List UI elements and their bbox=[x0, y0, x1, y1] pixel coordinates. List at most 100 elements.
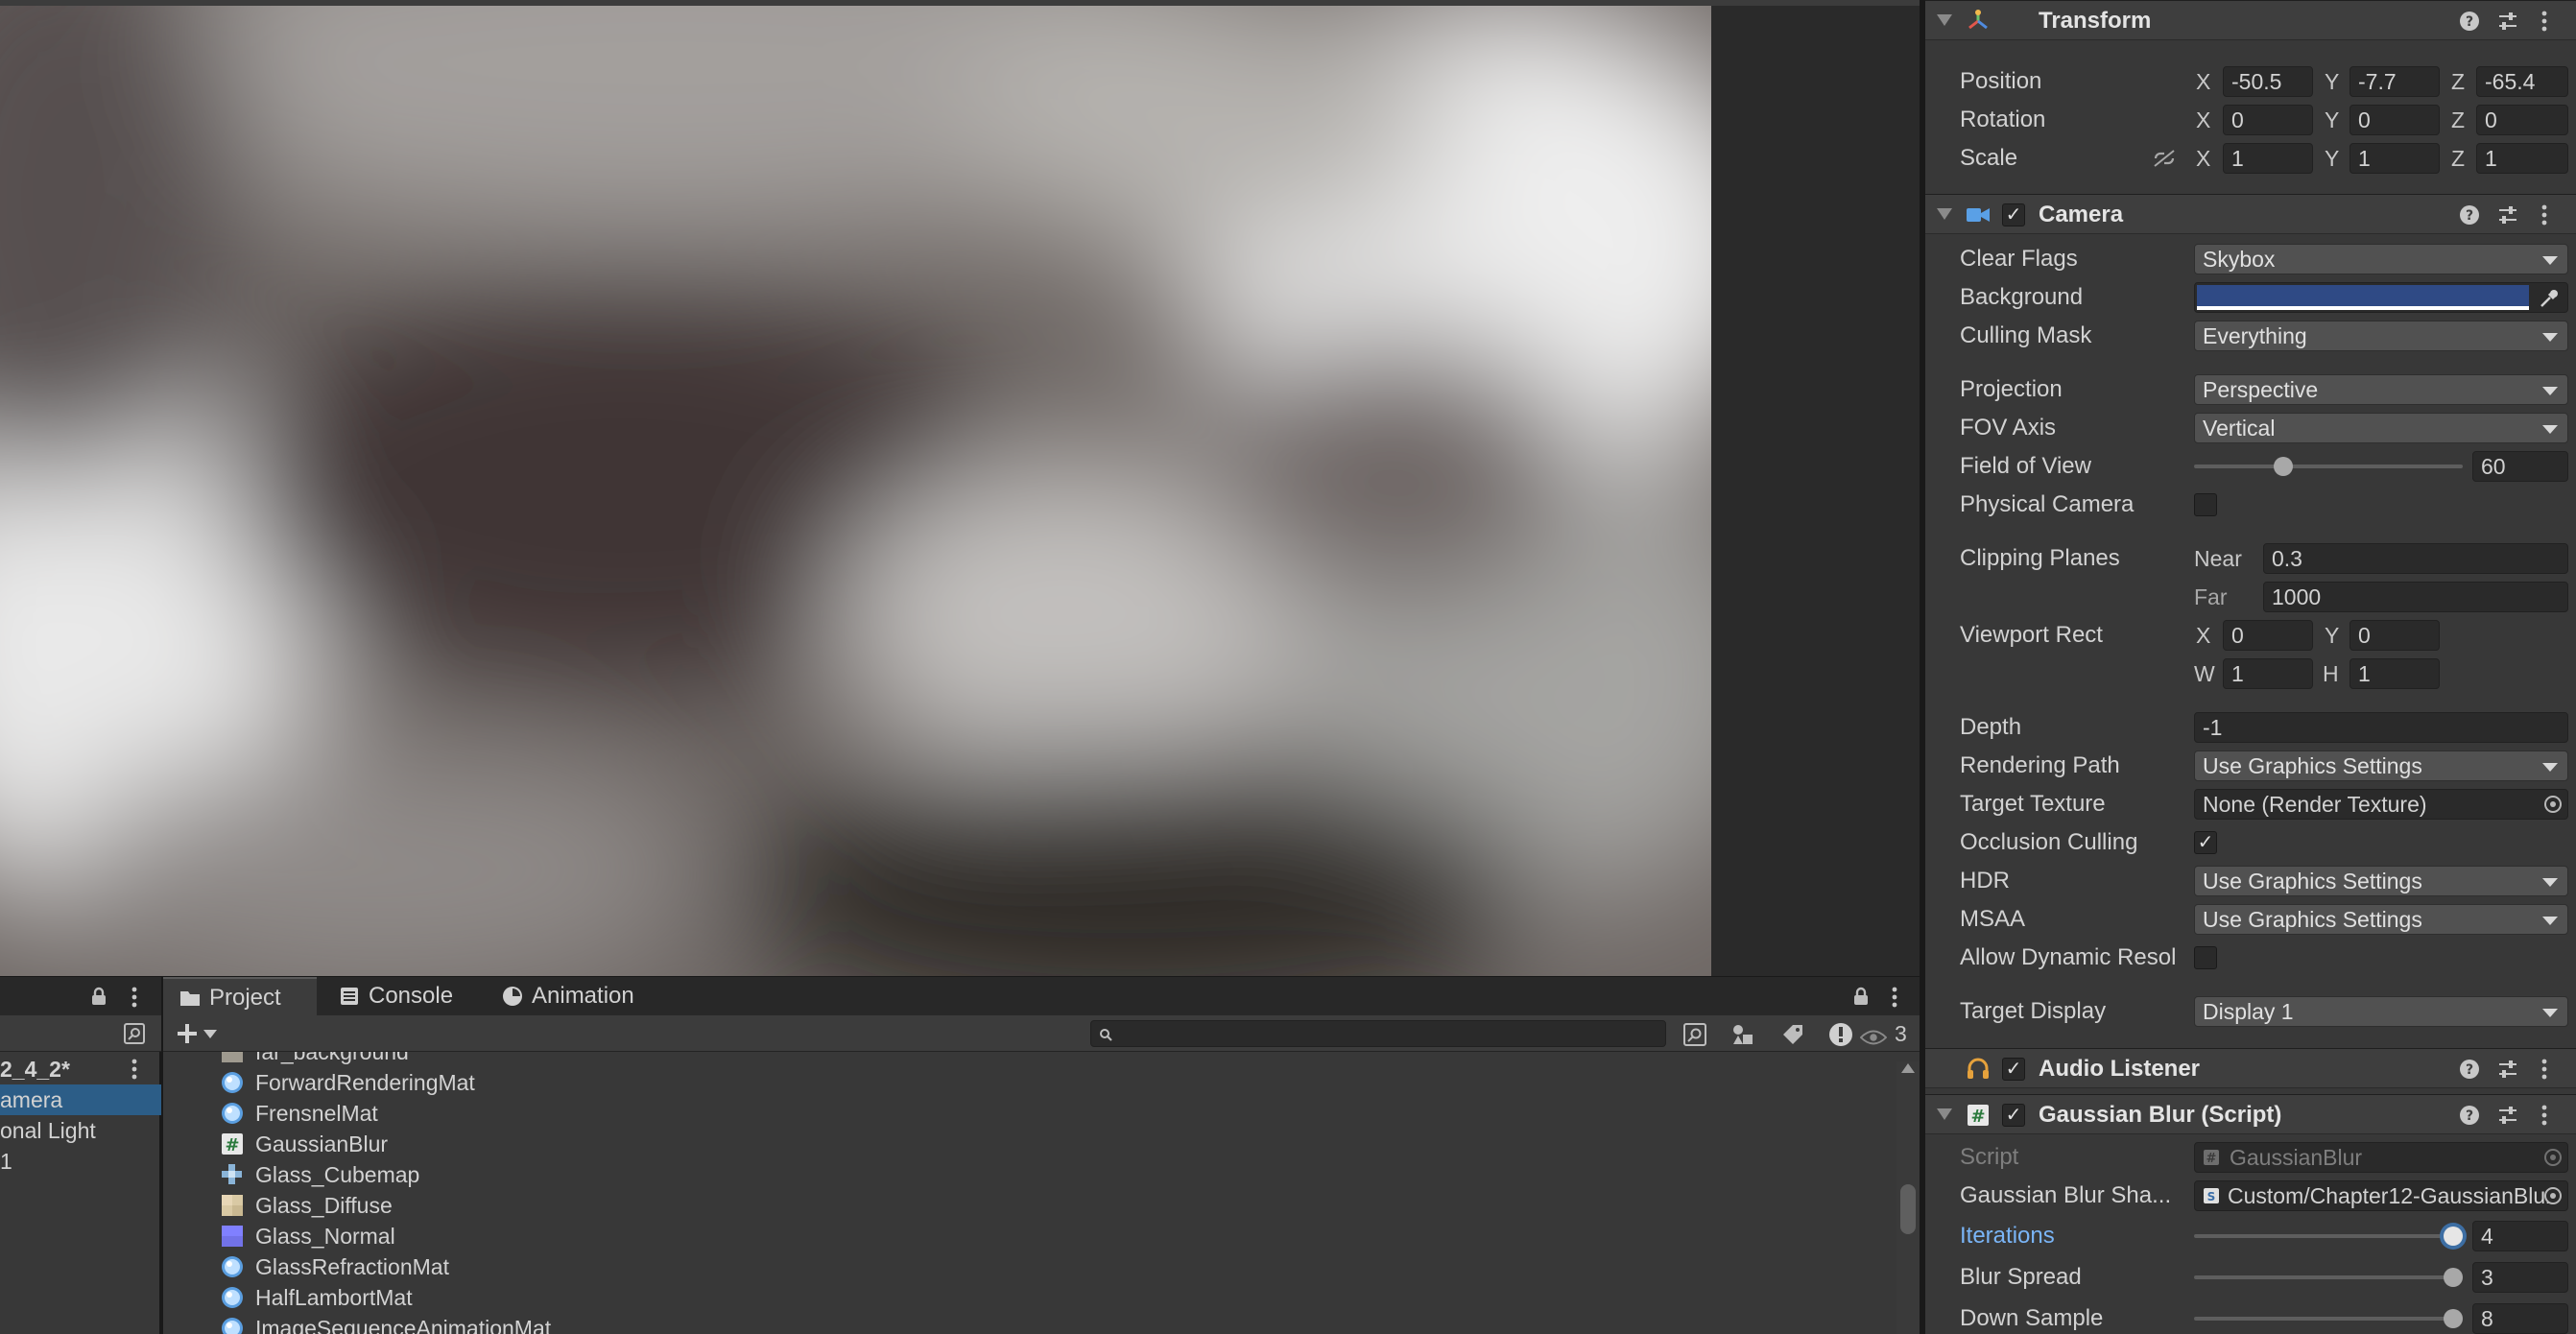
iterations-value-field[interactable]: 4 bbox=[2472, 1221, 2568, 1251]
filter-by-label-icon[interactable] bbox=[1779, 1021, 1806, 1048]
foldout-arrow-icon[interactable] bbox=[1937, 208, 1952, 220]
occlusion-culling-checkbox[interactable]: ✓ bbox=[2194, 831, 2217, 854]
near-clip-field[interactable]: 0.3 bbox=[2263, 543, 2568, 574]
axis-label-y[interactable]: Y bbox=[2325, 64, 2339, 99]
project-search[interactable] bbox=[1090, 1020, 1666, 1047]
axis-label-z[interactable]: Z bbox=[2451, 141, 2465, 176]
target-texture-field[interactable]: None (Render Texture) bbox=[2194, 789, 2568, 820]
far-clip-field[interactable]: 1000 bbox=[2263, 582, 2568, 612]
down-sample-slider-track[interactable] bbox=[2194, 1317, 2457, 1321]
rendering-path-dropdown[interactable]: Use Graphics Settings bbox=[2194, 750, 2568, 781]
lock-icon[interactable] bbox=[1852, 987, 1870, 1006]
position-z-field[interactable]: -65.4 bbox=[2476, 66, 2568, 97]
axis-label-y[interactable]: Y bbox=[2325, 103, 2339, 137]
depth-field[interactable]: -1 bbox=[2194, 712, 2568, 743]
axis-label-x[interactable]: X bbox=[2196, 618, 2210, 653]
warning-icon[interactable] bbox=[1827, 1021, 1854, 1048]
fov-slider-track[interactable] bbox=[2194, 465, 2463, 468]
scale-y-field[interactable]: 1 bbox=[2349, 143, 2440, 174]
hierarchy-item-light[interactable]: onal Light bbox=[0, 1115, 161, 1146]
tab-project[interactable]: Project bbox=[163, 977, 317, 1015]
presets-icon[interactable] bbox=[2497, 204, 2518, 226]
transform-header[interactable]: Transform ? bbox=[1925, 0, 2576, 40]
project-scrollbar[interactable] bbox=[1896, 1061, 1920, 1334]
iterations-slider-handle[interactable] bbox=[2444, 1227, 2463, 1246]
projection-dropdown[interactable]: Perspective bbox=[2194, 374, 2568, 405]
eyedropper-icon[interactable] bbox=[2539, 288, 2560, 309]
far-label[interactable]: Far bbox=[2194, 580, 2228, 614]
scene-render[interactable] bbox=[0, 6, 1711, 976]
kebab-menu-icon[interactable] bbox=[131, 987, 138, 1008]
iterations-slider-track[interactable] bbox=[2194, 1234, 2457, 1238]
foldout-arrow-icon[interactable] bbox=[1937, 14, 1952, 26]
viewport-h-field[interactable]: 1 bbox=[2349, 658, 2440, 689]
blur-spread-slider-handle[interactable] bbox=[2444, 1268, 2463, 1287]
gaussian-blur-header[interactable]: # ✓ Gaussian Blur (Script) ? bbox=[1925, 1094, 2576, 1134]
clear-flags-dropdown[interactable]: Skybox bbox=[2194, 244, 2568, 274]
allow-dynamic-resolution-checkbox[interactable] bbox=[2194, 946, 2217, 969]
fov-axis-dropdown[interactable]: Vertical bbox=[2194, 413, 2568, 443]
axis-label-x[interactable]: X bbox=[2196, 64, 2210, 99]
kebab-menu-icon[interactable] bbox=[2534, 11, 2555, 32]
help-icon[interactable]: ? bbox=[2459, 204, 2480, 226]
position-x-field[interactable]: -50.5 bbox=[2223, 66, 2313, 97]
viewport-y-field[interactable]: 0 bbox=[2349, 620, 2440, 651]
kebab-menu-icon[interactable] bbox=[1891, 987, 1898, 1008]
viewport-x-field[interactable]: 0 bbox=[2223, 620, 2313, 651]
kebab-menu-icon[interactable] bbox=[2534, 1105, 2555, 1126]
tab-animation[interactable]: Animation bbox=[486, 977, 678, 1015]
hierarchy-item-object[interactable]: 1 bbox=[0, 1146, 161, 1177]
scene-view[interactable] bbox=[0, 0, 1711, 976]
axis-label-y[interactable]: Y bbox=[2325, 618, 2339, 653]
hdr-dropdown[interactable]: Use Graphics Settings bbox=[2194, 866, 2568, 896]
fov-slider-handle[interactable] bbox=[2273, 457, 2293, 476]
kebab-menu-icon[interactable] bbox=[2534, 1059, 2555, 1080]
down-sample-slider-handle[interactable] bbox=[2444, 1309, 2463, 1328]
rotation-z-field[interactable]: 0 bbox=[2476, 105, 2568, 135]
msaa-dropdown[interactable]: Use Graphics Settings bbox=[2194, 904, 2568, 935]
axis-label-w[interactable]: W bbox=[2194, 656, 2215, 691]
viewport-w-field[interactable]: 1 bbox=[2223, 658, 2313, 689]
blur-spread-value-field[interactable]: 3 bbox=[2472, 1262, 2568, 1293]
search-input[interactable] bbox=[1120, 1021, 1658, 1046]
position-y-field[interactable]: -7.7 bbox=[2349, 66, 2440, 97]
object-picker-icon[interactable] bbox=[2544, 1187, 2562, 1204]
axis-label-z[interactable]: Z bbox=[2451, 103, 2465, 137]
scale-z-field[interactable]: 1 bbox=[2476, 143, 2568, 174]
rotation-y-field[interactable]: 0 bbox=[2349, 105, 2440, 135]
axis-label-y[interactable]: Y bbox=[2325, 141, 2339, 176]
scale-x-field[interactable]: 1 bbox=[2223, 143, 2313, 174]
scroll-up-icon[interactable] bbox=[1901, 1063, 1915, 1073]
axis-label-z[interactable]: Z bbox=[2451, 64, 2465, 99]
scrollbar-thumb[interactable] bbox=[1900, 1184, 1916, 1234]
help-icon[interactable]: ? bbox=[2459, 11, 2480, 32]
lock-icon[interactable] bbox=[90, 987, 107, 1006]
help-icon[interactable]: ? bbox=[2459, 1059, 2480, 1080]
search-scene-icon[interactable] bbox=[1682, 1021, 1708, 1048]
camera-enabled-checkbox[interactable]: ✓ bbox=[2002, 203, 2025, 226]
kebab-menu-icon[interactable] bbox=[2534, 204, 2555, 226]
background-color-field[interactable] bbox=[2194, 282, 2568, 313]
shader-field[interactable]: S Custom/Chapter12-GaussianBlur bbox=[2194, 1180, 2568, 1211]
gaussian-blur-enabled-checkbox[interactable]: ✓ bbox=[2002, 1104, 2025, 1127]
camera-header[interactable]: ✓ Camera ? bbox=[1925, 194, 2576, 234]
near-label[interactable]: Near bbox=[2194, 541, 2242, 576]
axis-label-x[interactable]: X bbox=[2196, 141, 2210, 176]
physical-camera-checkbox[interactable] bbox=[2194, 493, 2217, 516]
eye-icon[interactable] bbox=[1860, 1024, 1887, 1051]
rotation-x-field[interactable]: 0 bbox=[2223, 105, 2313, 135]
presets-icon[interactable] bbox=[2497, 1105, 2518, 1126]
hierarchy-item-camera[interactable]: amera bbox=[0, 1084, 161, 1115]
constrain-proportions-icon[interactable] bbox=[2152, 149, 2177, 168]
hierarchy-scene-root[interactable]: 2_4_2* bbox=[0, 1054, 161, 1084]
object-picker-icon[interactable] bbox=[2544, 796, 2562, 813]
fov-value-field[interactable]: 60 bbox=[2472, 451, 2568, 482]
blur-spread-slider-track[interactable] bbox=[2194, 1275, 2457, 1279]
axis-label-h[interactable]: H bbox=[2323, 656, 2339, 691]
down-sample-value-field[interactable]: 8 bbox=[2472, 1303, 2568, 1334]
target-display-dropdown[interactable]: Display 1 bbox=[2194, 996, 2568, 1027]
culling-mask-dropdown[interactable]: Everything bbox=[2194, 321, 2568, 351]
tab-console[interactable]: Console bbox=[322, 977, 476, 1015]
filter-by-type-icon[interactable] bbox=[1729, 1021, 1756, 1048]
audio-listener-header[interactable]: ✓ Audio Listener ? bbox=[1925, 1048, 2576, 1088]
